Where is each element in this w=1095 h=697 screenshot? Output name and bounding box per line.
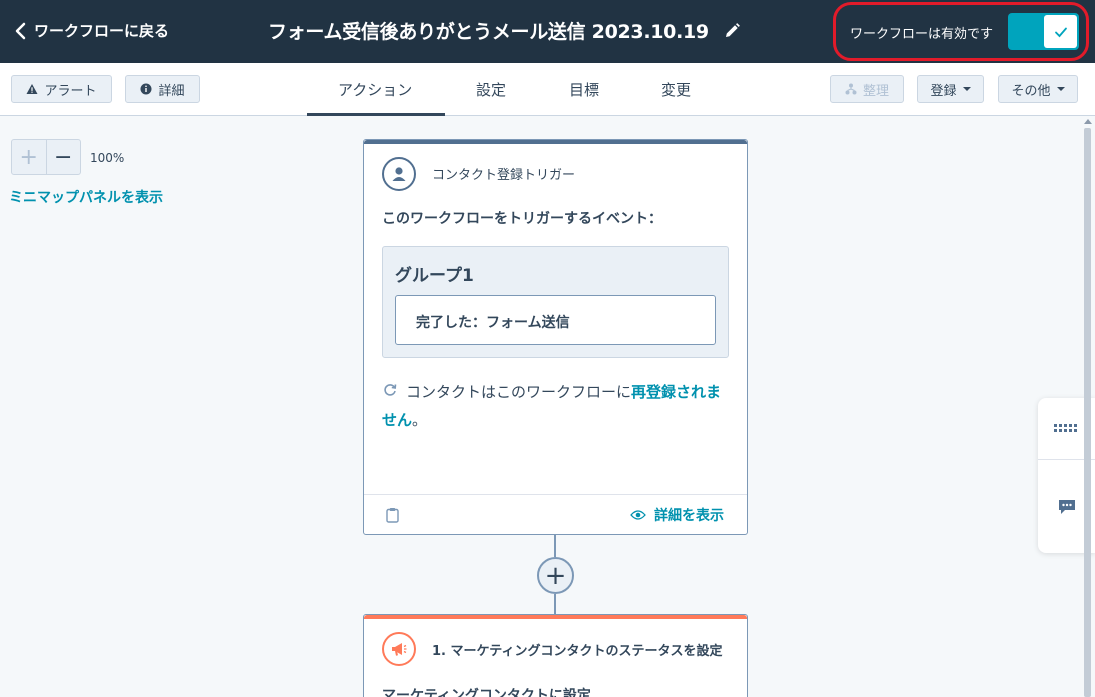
- filter-group[interactable]: グループ1 完了した：フォーム送信: [382, 246, 729, 358]
- zoom-level: 100%: [90, 151, 125, 165]
- workflow-status-text: ワークフローは有効です: [850, 27, 994, 42]
- details-button[interactable]: 詳細: [125, 75, 200, 103]
- chevron-left-icon: [15, 22, 26, 39]
- megaphone-icon: [382, 632, 416, 666]
- enrollment-trigger-card[interactable]: コンタクト登録トリガー このワークフローをトリガーするイベント： グループ1 完…: [363, 139, 748, 535]
- reenroll-note: コンタクトはこのワークフローに再登録されません。: [382, 378, 732, 434]
- organize-button[interactable]: 整理: [830, 75, 904, 103]
- reenroll-prefix: コンタクトはこのワークフローに: [406, 383, 632, 401]
- register-dropdown[interactable]: 登録: [917, 75, 984, 103]
- action-body: マーケティングコンタクトに設定: [382, 688, 591, 697]
- vertical-scrollbar[interactable]: [1084, 128, 1091, 697]
- action-card[interactable]: 1. マーケティングコンタクトのステータスを設定 マーケティングコンタクトに設定: [363, 614, 748, 697]
- check-icon: [1054, 27, 1067, 37]
- info-icon: [140, 83, 152, 95]
- details-label: 詳細: [158, 83, 185, 99]
- workflow-active-toggle[interactable]: [1008, 13, 1079, 50]
- tab-goals[interactable]: 目標: [569, 79, 599, 100]
- tab-settings[interactable]: 設定: [476, 79, 506, 100]
- connector-line: [554, 535, 556, 557]
- reenroll-suffix: 。: [412, 411, 428, 429]
- caret-down-icon: [962, 87, 971, 91]
- chat-icon: [1058, 500, 1075, 514]
- filter-condition[interactable]: 完了した：フォーム送信: [395, 295, 716, 345]
- workflow-title[interactable]: フォーム受信後ありがとうメール送信 2023.10.19: [268, 17, 709, 44]
- group-title: グループ1: [395, 266, 474, 286]
- condition-text: 完了した：フォーム送信: [416, 315, 570, 331]
- clipboard-icon[interactable]: [386, 507, 399, 523]
- show-minimap-link[interactable]: ミニマップパネルを表示: [9, 187, 163, 207]
- workflow-toolbar: アラート 詳細 アクション 設定 目標 変更 整理 登録 その他: [0, 63, 1095, 116]
- tab-changes[interactable]: 変更: [661, 79, 691, 100]
- trigger-heading: コンタクト登録トリガー: [432, 168, 576, 183]
- more-dropdown[interactable]: その他: [998, 75, 1078, 103]
- contact-icon: [382, 157, 416, 191]
- toggle-knob: [1044, 15, 1077, 48]
- card-top-accent: [364, 615, 747, 619]
- organize-label: 整理: [862, 83, 889, 99]
- view-details-link[interactable]: 詳細を表示: [630, 505, 724, 525]
- connector-line: [554, 594, 556, 614]
- alert-label: アラート: [44, 83, 97, 99]
- zoom-out-button[interactable]: −: [47, 140, 81, 174]
- active-tab-indicator: [307, 113, 445, 116]
- zoom-in-button[interactable]: +: [12, 140, 47, 174]
- back-to-workflows-link[interactable]: ワークフローに戻る: [14, 20, 169, 41]
- zoom-controls: + −: [11, 139, 81, 175]
- view-details-label: 詳細を表示: [654, 508, 724, 524]
- organize-icon: [845, 83, 857, 95]
- keypad-icon: [1053, 424, 1077, 432]
- tab-actions[interactable]: アクション: [338, 79, 412, 100]
- scroll-up-arrow[interactable]: [1084, 119, 1092, 124]
- pencil-icon[interactable]: [723, 22, 741, 40]
- add-action-button[interactable]: +: [537, 557, 574, 594]
- card-top-accent: [364, 140, 747, 144]
- register-label: 登録: [930, 83, 957, 99]
- alert-button[interactable]: アラート: [11, 75, 112, 103]
- more-label: その他: [1011, 83, 1051, 99]
- warning-icon: [26, 84, 38, 94]
- back-label: ワークフローに戻る: [34, 22, 170, 40]
- eye-icon: [630, 510, 646, 520]
- action-heading: 1. マーケティングコンタクトのステータスを設定: [432, 644, 723, 659]
- caret-down-icon: [1056, 87, 1065, 91]
- card-footer-divider: [364, 494, 747, 495]
- trigger-subheading: このワークフローをトリガーするイベント：: [382, 211, 662, 227]
